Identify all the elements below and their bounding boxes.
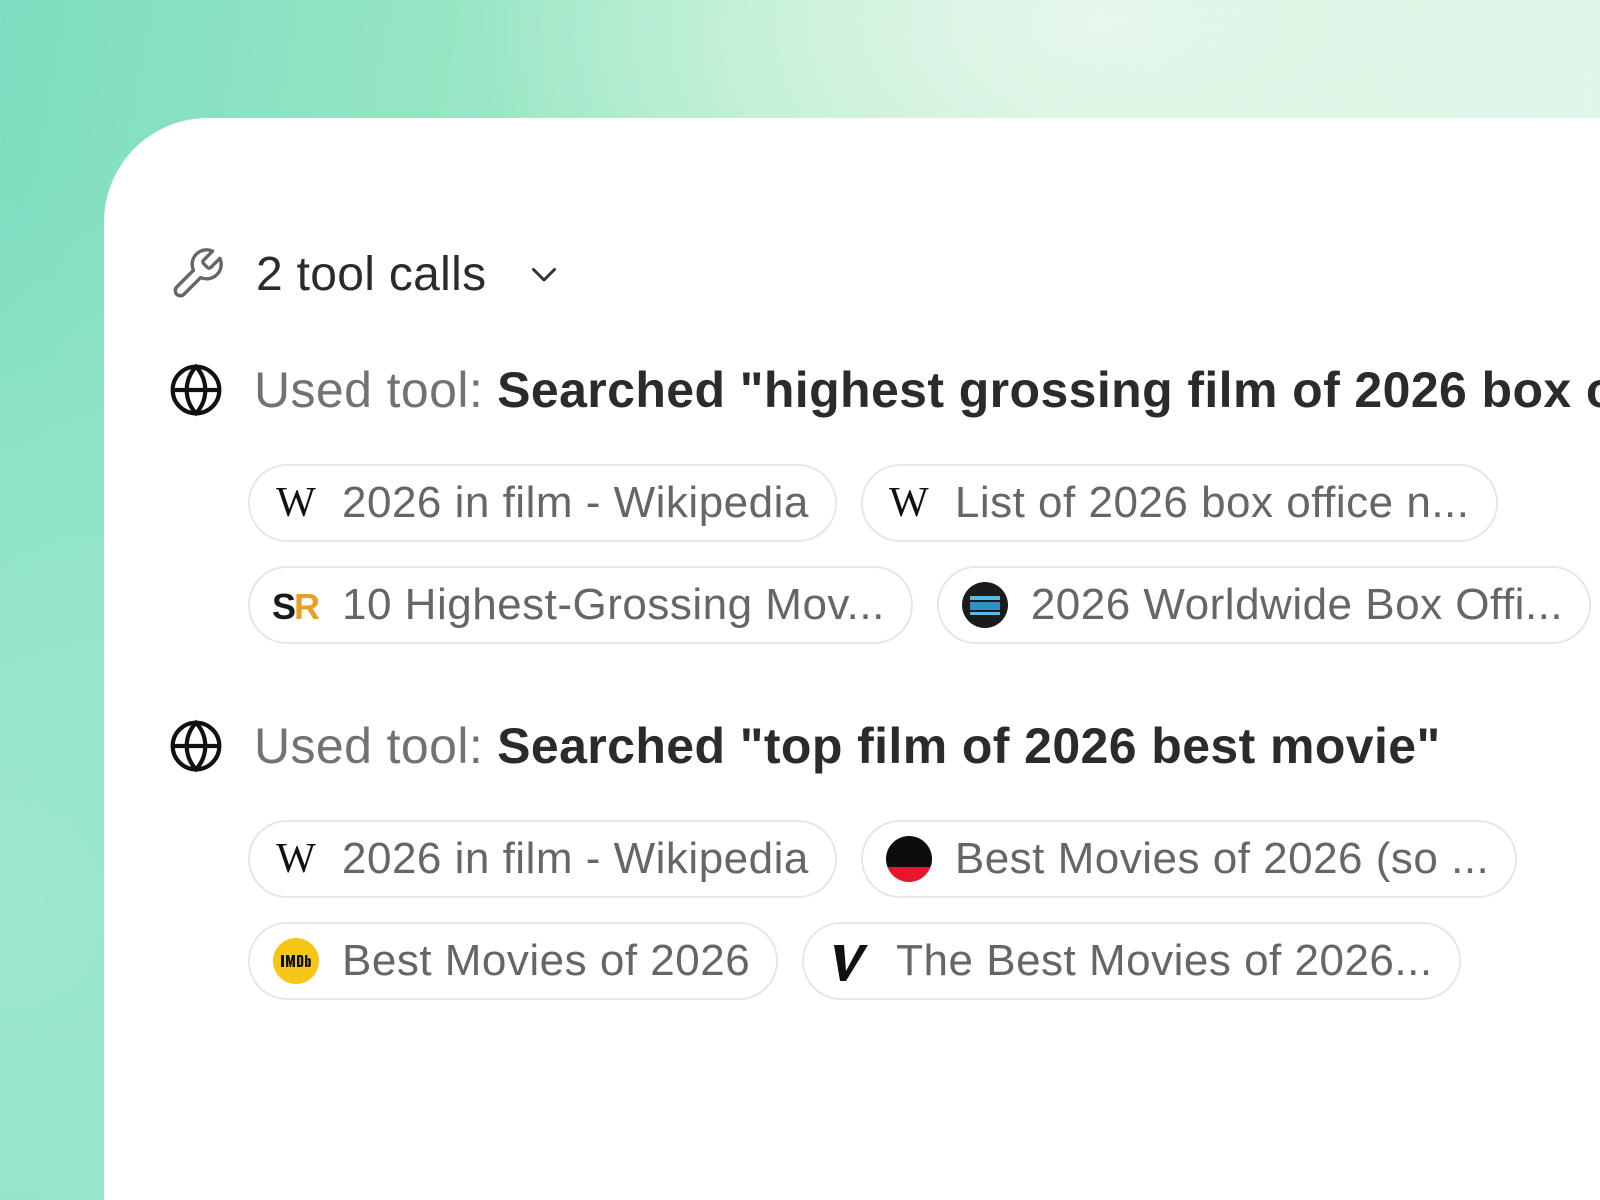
result-chip-row: W 2026 in film - Wikipedia Best Movies o… [248, 820, 1518, 898]
svg-text:R: R [294, 586, 320, 627]
result-chip-label: The Best Movies of 2026... [896, 936, 1433, 985]
box-office-mojo-icon [961, 581, 1009, 629]
vulture-icon [826, 937, 874, 985]
result-chip[interactable]: Best Movies of 2026 (so ... [860, 820, 1518, 898]
result-chip[interactable]: W List of 2026 box office n... [860, 464, 1498, 542]
result-chip-label: 2026 Worldwide Box Offi... [1030, 580, 1564, 629]
globe-icon [170, 363, 222, 417]
tool-call-prefix: Used tool: [254, 362, 484, 418]
tool-calls-card: 2 tool calls Used tool: Searched "highest… [104, 118, 1600, 1200]
result-chip-label: 2026 in film - Wikipedia [342, 834, 809, 883]
tool-call-2: Used tool: Searched "top film of 2026 bes… [168, 714, 1441, 778]
result-chip-label: Best Movies of 2026 (so ... [954, 834, 1490, 883]
result-chip-label: Best Movies of 2026 [342, 936, 751, 985]
globe-icon [170, 719, 222, 773]
result-chip[interactable]: 2026 Worldwide Box Offi... [936, 566, 1592, 644]
result-chip[interactable]: Best Movies of 2026 [248, 922, 779, 1000]
result-chip-label: List of 2026 box office n... [954, 478, 1470, 527]
imdb-icon [272, 937, 320, 985]
result-chip-row: Best Movies of 2026 The Best Movies of 2… [248, 922, 1461, 1000]
screenrant-icon: S R [272, 581, 320, 629]
wrench-icon [173, 248, 223, 298]
result-chip-label: 2026 in film - Wikipedia [342, 478, 809, 527]
tool-call-text: Used tool: Searched "highest grossing fil… [254, 361, 1600, 419]
result-chip[interactable]: The Best Movies of 2026... [802, 922, 1461, 1000]
result-chip[interactable]: W 2026 in film - Wikipedia [248, 464, 837, 542]
tool-call-text: Used tool: Searched "top film of 2026 bes… [254, 717, 1441, 775]
tool-calls-header[interactable]: 2 tool calls [168, 242, 562, 306]
chevron-down-icon[interactable] [526, 256, 562, 292]
result-chip-row: S R 10 Highest-Grossing Mov... 2026 Worl… [248, 566, 1592, 644]
svg-text:S: S [272, 586, 296, 627]
tool-call-query: Searched "top film of 2026 best movie" [497, 718, 1441, 774]
tool-call-1: Used tool: Searched "highest grossing fil… [168, 358, 1600, 422]
result-chip[interactable]: W 2026 in film - Wikipedia [248, 820, 837, 898]
wikipedia-icon: W [276, 480, 316, 526]
wikipedia-icon: W [889, 480, 929, 526]
tool-call-query: Searched "highest grossing film of 2026 … [497, 362, 1600, 418]
result-chip-label: 10 Highest-Grossing Mov... [342, 580, 885, 629]
tool-calls-title: 2 tool calls [256, 247, 487, 301]
result-chip[interactable]: S R 10 Highest-Grossing Mov... [248, 566, 913, 644]
wikipedia-icon: W [276, 836, 316, 882]
result-chip-row: W 2026 in film - Wikipedia W List of 202… [248, 464, 1498, 542]
tool-call-prefix: Used tool: [254, 718, 484, 774]
red-black-circle-icon [885, 835, 933, 883]
